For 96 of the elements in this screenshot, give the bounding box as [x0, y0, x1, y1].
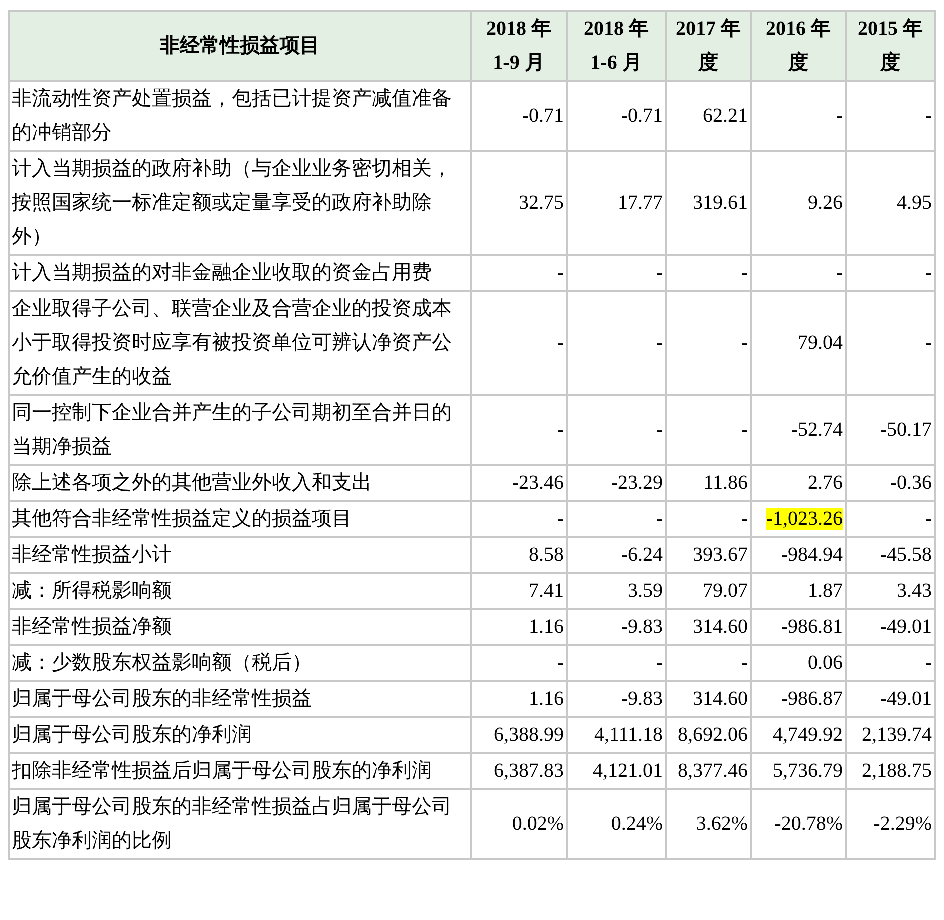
table-cell: 79.04 [798, 332, 843, 354]
table-cell: 2.76 [808, 472, 843, 494]
table-cell: -45.58 [880, 544, 932, 566]
table-cell: - [656, 652, 663, 674]
row-label: 除上述各项之外的其他营业外收入和支出 [9, 465, 471, 501]
table-cell: 314.60 [693, 688, 748, 710]
table-cell: -2.29% [874, 813, 932, 835]
table-cell: -986.87 [781, 688, 843, 710]
table-cell: 4,121.01 [593, 760, 663, 782]
table-cell: - [836, 262, 843, 284]
table-cell: -20.78% [774, 813, 843, 835]
table-cell: -49.01 [880, 688, 932, 710]
table-cell: - [925, 652, 932, 674]
column-header: 2018 年 1-9 月 [471, 11, 567, 81]
row-label: 归属于母公司股东的非经常性损益 [9, 681, 471, 717]
table-cell: -1,023.26 [766, 508, 843, 530]
row-label: 其他符合非经常性损益定义的损益项目 [9, 501, 471, 537]
row-label: 计入当期损益的对非金融企业收取的资金占用费 [9, 255, 471, 291]
table-cell: -23.46 [512, 472, 564, 494]
table-cell: - [557, 419, 564, 441]
table-cell: - [656, 419, 663, 441]
table-cell: - [741, 419, 748, 441]
table-cell: 7.41 [529, 580, 564, 602]
table-cell: - [741, 262, 748, 284]
table-cell: 319.61 [693, 192, 748, 214]
table-cell: 11.86 [704, 472, 748, 494]
table-cell: 2,139.74 [862, 724, 932, 746]
table-cell: 6,388.99 [494, 724, 564, 746]
table-cell: 62.21 [703, 105, 748, 127]
row-label: 减：少数股东权益影响额（税后） [9, 645, 471, 681]
table-cell: -9.83 [621, 616, 663, 638]
column-header: 2017 年 度 [666, 11, 751, 81]
table-cell: -6.24 [621, 544, 663, 566]
row-label: 减：所得税影响额 [9, 573, 471, 609]
table-cell: 8,692.06 [678, 724, 748, 746]
table-cell: 4,749.92 [773, 724, 843, 746]
table-cell: 3.43 [897, 580, 932, 602]
table-cell: - [557, 652, 564, 674]
column-header: 非经常性损益项目 [9, 11, 471, 81]
table-cell: - [656, 508, 663, 530]
table-cell: 0.02% [512, 813, 564, 835]
table-cell: 2,188.75 [862, 760, 932, 782]
table-cell: - [557, 508, 564, 530]
table-cell: -50.17 [880, 419, 932, 441]
column-header: 2015 年 度 [846, 11, 935, 81]
table-cell: -0.71 [522, 105, 564, 127]
table-cell: - [925, 262, 932, 284]
table-cell: -984.94 [781, 544, 843, 566]
table-cell: - [656, 332, 663, 354]
table-cell: 0.24% [611, 813, 663, 835]
table-cell: -23.29 [611, 472, 663, 494]
table-cell: 9.26 [808, 192, 843, 214]
table-cell: -52.74 [791, 419, 843, 441]
table-cell: 3.59 [628, 580, 663, 602]
table-cell: - [836, 105, 843, 127]
table-cell: - [741, 332, 748, 354]
row-label: 非流动性资产处置损益，包括已计提资产减值准备的冲销部分 [9, 81, 471, 151]
table-cell: 1.16 [529, 688, 564, 710]
table-cell: 1.16 [529, 616, 564, 638]
table-cell: -986.81 [781, 616, 843, 638]
table-cell: 4.95 [897, 192, 932, 214]
table-cell: - [656, 262, 663, 284]
table-cell: 5,736.79 [773, 760, 843, 782]
table-cell: 1.87 [808, 580, 843, 602]
table-cell: 0.06 [808, 652, 843, 674]
row-label: 企业取得子公司、联营企业及合营企业的投资成本小于取得投资时应享有被投资单位可辨认净资产公允价值产生的收益 [9, 291, 471, 395]
table-cell: -49.01 [880, 616, 932, 638]
column-header: 2018 年 1-6 月 [567, 11, 666, 81]
row-label: 归属于母公司股东的净利润 [9, 717, 471, 753]
table-cell: 17.77 [618, 192, 663, 214]
row-label: 非经常性损益小计 [9, 537, 471, 573]
column-header: 2016 年 度 [751, 11, 846, 81]
table-cell: - [741, 652, 748, 674]
table-cell: - [925, 105, 932, 127]
table-cell: 79.07 [703, 580, 748, 602]
table-cell: 32.75 [519, 192, 564, 214]
row-label: 归属于母公司股东的非经常性损益占归属于母公司股东净利润的比例 [9, 789, 471, 859]
row-label: 扣除非经常性损益后归属于母公司股东的净利润 [9, 753, 471, 789]
table-cell: - [557, 262, 564, 284]
table-cell: - [925, 332, 932, 354]
table-cell: 8,377.46 [678, 760, 748, 782]
row-label: 同一控制下企业合并产生的子公司期初至合并日的当期净损益 [9, 395, 471, 465]
row-label: 计入当期损益的政府补助（与企业业务密切相关，按照国家统一标准定额或定量享受的政府补助除外） [9, 151, 471, 255]
table-cell: - [557, 332, 564, 354]
table-cell: 8.58 [529, 544, 564, 566]
table-cell: -0.36 [890, 472, 932, 494]
table-cell: - [741, 508, 748, 530]
table-cell: 393.67 [693, 544, 748, 566]
table-cell: -9.83 [621, 688, 663, 710]
table-cell: - [925, 508, 932, 530]
table-cell: 3.62% [696, 813, 748, 835]
table-cell: 314.60 [693, 616, 748, 638]
row-label: 非经常性损益净额 [9, 609, 471, 645]
table-cell: 4,111.18 [594, 724, 663, 746]
table-cell: -0.71 [621, 105, 663, 127]
table-cell: 6,387.83 [494, 760, 564, 782]
